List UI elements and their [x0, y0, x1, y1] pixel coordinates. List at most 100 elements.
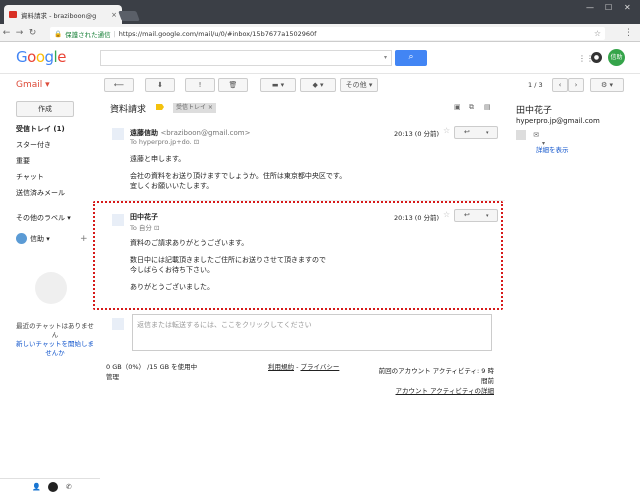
contact-name: 田中花子	[516, 106, 553, 116]
sidebar-item-inbox[interactable]: 受信トレイ (1)	[16, 124, 65, 134]
notifications-icon[interactable]: ●	[591, 52, 602, 63]
reply-box[interactable]: 返信または転送するには、ここをクリックしてください	[132, 314, 492, 351]
user-avatar-icon	[16, 233, 27, 244]
trash-icon: 🗑	[228, 81, 238, 89]
lock-icon: 🔒	[54, 29, 63, 38]
message-time: 20:13 (0 分前)	[394, 130, 440, 138]
terms-link[interactable]: 利用規約	[268, 363, 294, 371]
chat-user[interactable]: 信助 ▾	[16, 233, 50, 244]
print-icon[interactable]: ▣	[454, 103, 461, 111]
new-window-icon[interactable]: ⧉	[469, 103, 474, 112]
chevron-right-icon: ›	[574, 81, 578, 89]
phone-icon[interactable]: ✆	[66, 483, 72, 491]
inbox-label-chip[interactable]: 受信トレイ ×	[173, 103, 216, 113]
sidebar-item-sent[interactable]: 送信済みメール	[16, 188, 65, 198]
chat-user-name: 信助 ▾	[30, 234, 50, 243]
account-activity: 前回のアカウント アクティビティ: 9 時間前 アカウント アクティビティの詳細	[378, 367, 494, 395]
report-spam-button[interactable]: !	[185, 78, 215, 92]
reload-icon[interactable]: ↻	[26, 28, 39, 38]
show-details-link[interactable]: 詳細を表示	[536, 144, 569, 154]
next-page-button[interactable]: ›	[568, 78, 584, 92]
message-body: 遠藤と申します。 会社の資料をお送り頂けますでしょうか。住所は東京都中央区です。…	[130, 155, 347, 190]
back-arrow-icon: ⟵	[113, 81, 125, 89]
reply-menu-icon[interactable]: ▾	[486, 130, 489, 136]
search-icon: ⌕	[408, 52, 414, 62]
archive-icon: ⬇	[157, 81, 163, 89]
google-logo[interactable]: Google	[16, 48, 66, 66]
gmail-favicon-icon	[9, 11, 17, 18]
highlighted-message-outline	[93, 201, 503, 310]
new-tab-button[interactable]	[118, 11, 140, 21]
sidebar-item-starred[interactable]: スター付き	[16, 140, 51, 150]
legal-links: 利用規約 - プライバシー	[268, 363, 340, 371]
back-icon[interactable]: ←	[0, 28, 13, 38]
no-chats-text: 最近のチャットはありません	[16, 322, 94, 339]
gear-icon: ⚙ ▾	[600, 81, 613, 89]
hangouts-icon[interactable]	[48, 482, 58, 492]
message-sender: 遠藤信助 <braziboon@gmail.com>	[130, 129, 251, 137]
prev-page-button[interactable]: ‹	[552, 78, 568, 92]
storage-usage: 0 GB（0%） /15 GB を使用中 管理	[106, 363, 198, 382]
label-icon: ◆ ▾	[312, 81, 324, 89]
delete-button[interactable]: 🗑	[218, 78, 248, 92]
gmail-menu[interactable]: Gmail ▾	[16, 80, 50, 90]
thread-subject: 資料請求	[110, 105, 147, 115]
mail-toolbar: Gmail ▾ ⟵ ⬇ ! 🗑 ▬ ▾ ◆ ▾ その他 ▾ 1 / 3 ‹ › …	[0, 74, 640, 96]
compose-button[interactable]: 作成	[16, 101, 74, 117]
manage-link[interactable]: 管理	[106, 372, 197, 382]
more-button[interactable]: その他 ▾	[340, 78, 378, 92]
details-dropdown-icon[interactable]: ⊡	[194, 138, 199, 146]
search-input[interactable]	[100, 50, 392, 66]
mail-icon[interactable]: ✉	[533, 131, 539, 139]
sender-avatar-icon	[112, 128, 124, 140]
reply-button[interactable]: ↩ ▾	[454, 126, 498, 139]
star-icon[interactable]: ☆	[443, 126, 450, 135]
chat-footer: 👤 ✆	[0, 478, 100, 496]
back-to-inbox-button[interactable]: ⟵	[104, 78, 134, 92]
chevron-left-icon: ‹	[558, 81, 562, 89]
sender-email: <braziboon@gmail.com>	[160, 129, 251, 137]
expand-all-icon[interactable]: ▤	[484, 103, 491, 111]
minimize-icon[interactable]: —	[586, 3, 594, 12]
browser-tabstrip: 資料請求 - braziboon@g × — ☐ ✕	[0, 0, 640, 24]
add-chat-icon[interactable]: +	[80, 234, 88, 244]
pagination-text: 1 / 3	[528, 81, 543, 89]
sidebar-item-chat[interactable]: チャット	[16, 172, 44, 182]
url-separator: |	[113, 29, 116, 38]
important-marker-icon[interactable]	[156, 104, 164, 110]
close-tab-icon[interactable]: ×	[111, 11, 117, 19]
start-chat-link[interactable]: 新しいチャットを開始しませんか	[14, 340, 96, 358]
tab-title: 資料請求 - braziboon@g	[21, 11, 97, 20]
gmail-header: Google ▾ ⌕ ⋮⋮⋮ ● 信助	[0, 42, 640, 74]
close-window-icon[interactable]: ✕	[624, 3, 631, 12]
message-recipient[interactable]: To hyperpro.jp+do. ⊡	[130, 138, 199, 146]
forward-icon[interactable]: →	[13, 28, 26, 38]
labels-button[interactable]: ◆ ▾	[300, 78, 336, 92]
address-bar: ← → ↻ 🔒 保護された通信 | https://mail.google.co…	[0, 24, 640, 42]
search-options-icon[interactable]: ▾	[384, 54, 387, 61]
my-avatar-icon	[112, 318, 124, 330]
move-to-button[interactable]: ▬ ▾	[260, 78, 296, 92]
browser-tab[interactable]: 資料請求 - braziboon@g ×	[4, 5, 122, 24]
activity-details-link[interactable]: アカウント アクティビティの詳細	[396, 387, 494, 395]
settings-button[interactable]: ⚙ ▾	[590, 78, 624, 92]
sidebar-item-more-labels[interactable]: その他のラベル ▾	[16, 213, 71, 223]
secure-label: 保護された通信	[65, 30, 111, 39]
contacts-icon[interactable]: 👤	[32, 483, 41, 491]
contact-avatar-icon	[516, 130, 526, 140]
url-field[interactable]: 🔒 保護された通信 | https://mail.google.com/mail…	[50, 27, 605, 40]
contact-email: hyperpro.jp@gmail.com	[516, 117, 600, 125]
browser-menu-icon[interactable]: ⋮	[622, 28, 635, 38]
privacy-link[interactable]: プライバシー	[300, 363, 339, 371]
search-button[interactable]: ⌕	[395, 50, 427, 66]
archive-button[interactable]: ⬇	[145, 78, 175, 92]
bookmark-star-icon[interactable]: ☆	[594, 29, 601, 38]
account-avatar[interactable]: 信助	[608, 49, 625, 66]
maximize-icon[interactable]: ☐	[605, 3, 612, 12]
spam-icon: !	[198, 81, 202, 89]
reply-icon: ↩	[464, 128, 470, 136]
left-sidebar: 作成 受信トレイ (1) スター付き 重要 チャット 送信済みメール その他のラ…	[0, 96, 100, 492]
sidebar-item-important[interactable]: 重要	[16, 156, 30, 166]
folder-icon: ▬ ▾	[271, 81, 285, 89]
contact-panel: 田中花子 hyperpro.jp@gmail.com ✉ ▾ 詳細を表示	[510, 96, 640, 400]
